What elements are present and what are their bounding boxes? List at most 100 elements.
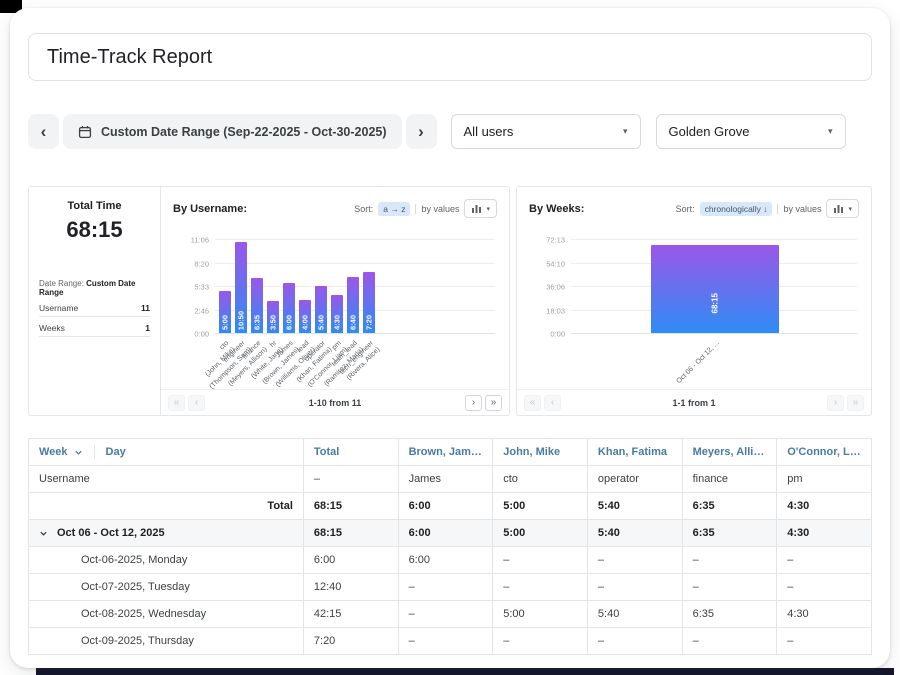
table-cell: – [682, 628, 777, 655]
chevron-down-icon: ▾ [828, 126, 833, 137]
table-cell: 6:35 [682, 493, 777, 520]
chevron-down-icon: ▾ [848, 205, 852, 213]
table-cell: pm [777, 466, 872, 493]
username-chart-panel: Total Time 68:15 Date Range: Custom Date… [28, 186, 510, 416]
users-select[interactable]: All users ▾ [451, 114, 641, 149]
bar-value-label: 5:00 [221, 315, 230, 330]
divider [94, 445, 95, 459]
table-row: Oct-08-2025, Wednesday42:15–5:005:406:35… [29, 601, 872, 628]
week-toggle[interactable]: Oct 06 - Oct 12, 2025 [39, 527, 293, 539]
table-cell: 5:40 [587, 601, 682, 628]
chart-title: By Username: [173, 203, 247, 215]
table-cell: 5:40 [587, 493, 682, 520]
week-sort-control[interactable]: Week [39, 446, 68, 458]
chart-controls: Sort: a → z by values ▾ [354, 199, 497, 218]
next-page-button[interactable]: › [465, 395, 482, 411]
column-header[interactable]: Meyers, Allison [682, 439, 777, 466]
bar-value-label: 7:20 [365, 315, 374, 330]
y-axis-tick: 36:06 [525, 283, 565, 292]
sort-mode-label[interactable]: by values [421, 204, 459, 214]
plot-area: 0:0018:0336:0654:1072:1368:15 [525, 240, 857, 334]
pager-right-buttons: ›» [465, 395, 502, 411]
bar[interactable]: 10:50 [235, 242, 247, 333]
table-cell: 4:30 [777, 520, 872, 547]
table-header-row: Week Day TotalBrown, JamesJohn, MikeKhan, … [29, 439, 872, 466]
divider [777, 204, 778, 214]
table-cell: 12:40 [303, 574, 398, 601]
table-row: Total68:156:005:005:406:354:30 [29, 493, 872, 520]
table-cell: finance [682, 466, 777, 493]
row-label-cell[interactable]: Oct 06 - Oct 12, 2025 [29, 520, 304, 547]
table-cell: – [777, 628, 872, 655]
day-header-label: Day [106, 446, 126, 458]
bar[interactable]: 5:40 [315, 286, 327, 333]
bar[interactable]: 4:00 [299, 300, 311, 334]
bar-value-label: 4:30 [333, 315, 342, 330]
chart-type-button[interactable]: ▾ [826, 199, 859, 218]
bar-value-label: 4:00 [301, 315, 310, 330]
column-header[interactable]: Khan, Fatima [587, 439, 682, 466]
table-row: Oct-06-2025, Monday6:006:00–––– [29, 547, 872, 574]
bar[interactable]: 5:00 [219, 291, 231, 333]
bar[interactable]: 68:15 [651, 245, 779, 333]
pager-range-text: 1-10 from 11 [161, 398, 509, 408]
column-header[interactable]: John, Mike [493, 439, 588, 466]
column-header[interactable]: Total [303, 439, 398, 466]
toolbar: ‹ Custom Date Range (Sep-22-2025 - Oct-3… [28, 114, 872, 149]
bar[interactable]: 4:30 [331, 295, 343, 333]
bar[interactable]: 6:40 [347, 277, 359, 333]
row-label-cell: Oct-07-2025, Tuesday [29, 574, 304, 601]
table-row: Oct-07-2025, Tuesday12:40––––– [29, 574, 872, 601]
table-cell: – [587, 628, 682, 655]
bar[interactable]: 6:00 [283, 283, 295, 333]
group-select[interactable]: Golden Grove ▾ [656, 114, 846, 149]
table-cell: 6:35 [682, 601, 777, 628]
charts-row: Total Time 68:15 Date Range: Custom Date… [28, 186, 872, 416]
chart-pagination: «‹1-1 from 1›» [517, 389, 871, 415]
table-cell: – [777, 574, 872, 601]
next-page-button: › [827, 395, 844, 411]
table-cell: 4:30 [777, 493, 872, 520]
chart-pagination: «‹1-10 from 11›» [161, 389, 509, 415]
page-title: Time-Track Report [47, 46, 212, 69]
bars-area: 68:15 [575, 240, 855, 333]
table-cell: 42:15 [303, 601, 398, 628]
bar[interactable]: 6:35 [251, 278, 263, 333]
sort-order-badge[interactable]: chronologically ↓ [700, 202, 773, 216]
column-header[interactable]: O'Connor, Liam [777, 439, 872, 466]
summary-stat-username: Username 11 [39, 297, 150, 317]
table-cell: 5:00 [493, 601, 588, 628]
first-page-button: « [168, 395, 185, 411]
calendar-icon [78, 125, 92, 139]
table-cell: – [587, 574, 682, 601]
sort-label: Sort: [676, 204, 695, 214]
y-axis-tick: 72:13 [525, 236, 565, 245]
next-date-range-button[interactable]: › [406, 114, 437, 149]
chart-type-button[interactable]: ▾ [464, 199, 497, 218]
bar[interactable]: 3:50 [267, 301, 279, 333]
chevron-down-icon: ▾ [486, 205, 490, 213]
plot-area: 0:002:465:338:2011:065:0010:506:353:506:… [169, 240, 495, 334]
prev-page-button: ‹ [188, 395, 205, 411]
prev-date-range-button[interactable]: ‹ [28, 114, 59, 149]
sort-order-badge[interactable]: a → z [378, 202, 410, 216]
report-title-input[interactable]: Time-Track Report [28, 33, 872, 81]
table-cell: 5:40 [587, 520, 682, 547]
table-cell: 4:30 [777, 601, 872, 628]
row-label-cell: Oct-08-2025, Wednesday [29, 601, 304, 628]
sort-label: Sort: [354, 204, 373, 214]
chevron-down-icon [74, 448, 83, 457]
date-range-picker[interactable]: Custom Date Range (Sep-22-2025 - Oct-30-… [63, 114, 402, 149]
last-page-button[interactable]: » [485, 395, 502, 411]
table-cell: – [398, 574, 493, 601]
table-cell: 6:00 [303, 547, 398, 574]
x-axis-labels: Oct 06 - Oct 12, ... [525, 337, 857, 389]
bar[interactable]: 7:20 [363, 272, 375, 333]
column-header[interactable]: Brown, James [398, 439, 493, 466]
sort-mode-label[interactable]: by values [783, 204, 821, 214]
bar-value-label: 6:00 [285, 315, 294, 330]
column-header-week-day[interactable]: Week Day [29, 439, 304, 466]
pager-left-buttons: «‹ [524, 395, 561, 411]
table-cell: 68:15 [303, 520, 398, 547]
week-day-header: Week Day [39, 445, 293, 459]
